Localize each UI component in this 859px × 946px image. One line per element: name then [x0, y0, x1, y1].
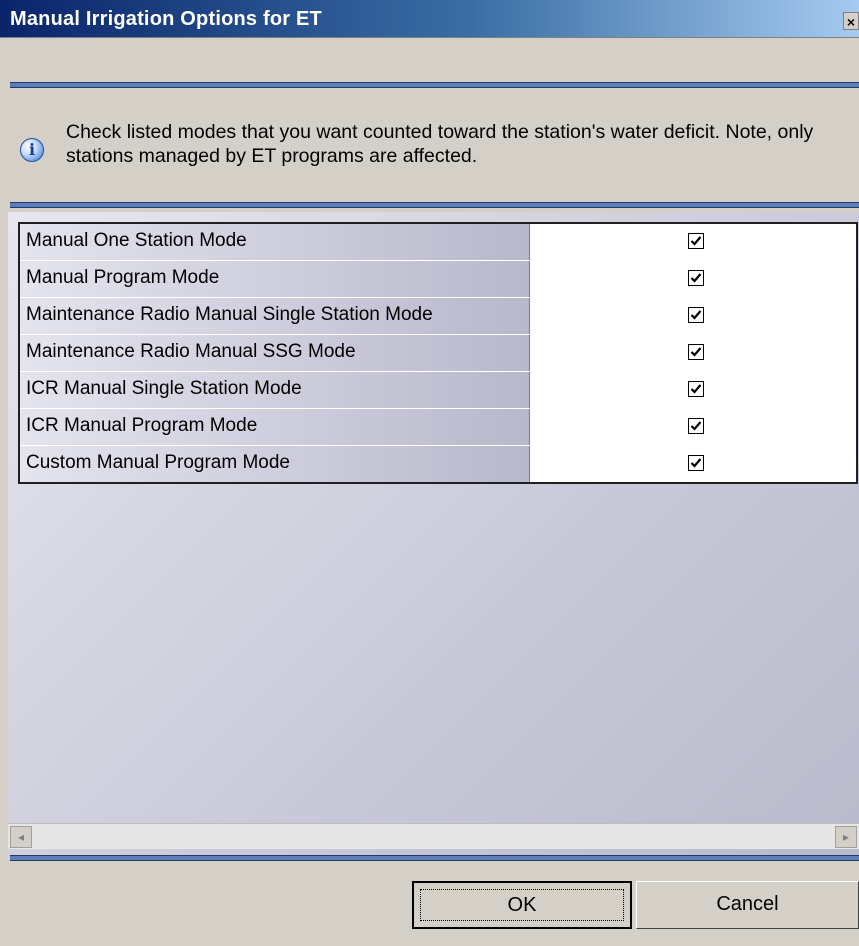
mode-label: Manual Program Mode	[20, 261, 530, 297]
mode-checkbox[interactable]	[688, 307, 704, 323]
mode-row: ICR Manual Single Station Mode	[20, 372, 856, 409]
mode-label: Maintenance Radio Manual SSG Mode	[20, 335, 530, 371]
mode-check-cell	[530, 409, 856, 445]
checkmark-icon	[690, 236, 702, 246]
mode-row: Maintenance Radio Manual SSG Mode	[20, 335, 856, 372]
mode-check-cell	[530, 446, 856, 482]
close-icon[interactable]: ×	[843, 12, 859, 30]
window-title: Manual Irrigation Options for ET	[10, 8, 322, 30]
separator-middle	[10, 202, 859, 208]
info-message: Check listed modes that you want counted…	[66, 121, 814, 167]
mode-checkbox[interactable]	[688, 233, 704, 249]
mode-checkbox[interactable]	[688, 344, 704, 360]
horizontal-scrollbar[interactable]: ◂ ▸	[8, 823, 859, 849]
mode-check-cell	[530, 298, 856, 334]
top-band	[0, 38, 859, 82]
mode-row: Custom Manual Program Mode	[20, 446, 856, 482]
mode-row: Manual One Station Mode	[20, 224, 856, 261]
scroll-left-icon[interactable]: ◂	[10, 826, 32, 848]
checkmark-icon	[690, 384, 702, 394]
checkmark-icon	[690, 310, 702, 320]
mode-label: ICR Manual Single Station Mode	[20, 372, 530, 408]
cancel-button[interactable]: Cancel	[636, 881, 859, 929]
title-bar: Manual Irrigation Options for ET ×	[0, 0, 859, 38]
modes-grid: Manual One Station Mode Manual Program Mo…	[18, 222, 858, 484]
mode-label: Manual One Station Mode	[20, 224, 530, 260]
scroll-right-icon[interactable]: ▸	[835, 826, 857, 848]
cancel-button-label: Cancel	[716, 893, 779, 915]
mode-check-cell	[530, 372, 856, 408]
modes-panel: Manual One Station Mode Manual Program Mo…	[8, 212, 859, 855]
mode-checkbox[interactable]	[688, 270, 704, 286]
mode-label: Custom Manual Program Mode	[20, 446, 530, 482]
ok-button-label: OK	[507, 894, 537, 916]
mode-row: Manual Program Mode	[20, 261, 856, 298]
mode-check-cell	[530, 261, 856, 297]
separator-bottom	[10, 855, 859, 861]
mode-check-cell	[530, 335, 856, 371]
checkmark-icon	[690, 347, 702, 357]
mode-check-cell	[530, 224, 856, 260]
ok-button[interactable]: OK	[412, 881, 632, 929]
checkmark-icon	[690, 458, 702, 468]
mode-checkbox[interactable]	[688, 455, 704, 471]
checkmark-icon	[690, 421, 702, 431]
mode-checkbox[interactable]	[688, 418, 704, 434]
info-icon: i	[20, 138, 44, 162]
mode-checkbox[interactable]	[688, 381, 704, 397]
mode-row: Maintenance Radio Manual Single Station …	[20, 298, 856, 335]
mode-label: ICR Manual Program Mode	[20, 409, 530, 445]
mode-row: ICR Manual Program Mode	[20, 409, 856, 446]
checkmark-icon	[690, 273, 702, 283]
mode-label: Maintenance Radio Manual Single Station …	[20, 298, 530, 334]
